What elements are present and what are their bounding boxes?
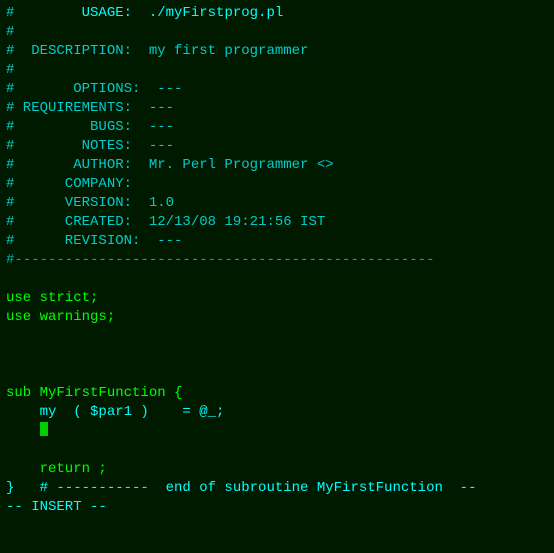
blank-line	[6, 270, 14, 289]
code-line: # REVISION: ---	[6, 232, 548, 251]
return-line: return ;	[6, 460, 107, 479]
notes-line: # NOTES: ---	[6, 137, 174, 156]
divider-line: #---------------------------------------…	[6, 251, 434, 270]
code-editor[interactable]: # USAGE: ./myFirstprog.pl # # DESCRIPTIO…	[0, 0, 554, 553]
code-line: # DESCRIPTION: my first programmer	[6, 42, 548, 61]
indent-space	[6, 422, 40, 441]
code-line: # CREATED: 12/13/08 19:21:56 IST	[6, 213, 548, 232]
code-line: # NOTES: ---	[6, 137, 548, 156]
description-line: # DESCRIPTION: my first programmer	[6, 42, 308, 61]
blank-line	[6, 346, 14, 365]
code-line: # AUTHOR: Mr. Perl Programmer <>	[6, 156, 548, 175]
author-line: # AUTHOR: Mr. Perl Programmer <>	[6, 156, 334, 175]
requirements-line: # REQUIREMENTS: ---	[6, 99, 174, 118]
code-line: # BUGS: ---	[6, 118, 548, 137]
param-line: my ( $par1 ) = @_;	[6, 403, 224, 422]
bugs-line: # BUGS: ---	[6, 118, 174, 137]
code-line: #	[6, 61, 548, 80]
comment-char: #	[6, 4, 14, 23]
text-cursor	[40, 422, 48, 436]
code-line: sub MyFirstFunction {	[6, 384, 548, 403]
usage-line: USAGE: ./myFirstprog.pl	[14, 4, 283, 23]
code-line: # VERSION: 1.0	[6, 194, 548, 213]
insert-mode-indicator: -- INSERT --	[6, 498, 107, 517]
code-line: my ( $par1 ) = @_;	[6, 403, 548, 422]
blank-line	[6, 327, 14, 346]
code-line: #---------------------------------------…	[6, 251, 548, 270]
comment-char: #	[6, 23, 14, 42]
code-line: #	[6, 23, 548, 42]
code-line: use warnings;	[6, 308, 548, 327]
blank-line	[6, 441, 14, 460]
comment-char: #	[6, 61, 14, 80]
use-strict-line: use strict;	[6, 289, 98, 308]
code-line	[6, 327, 548, 346]
created-line: # CREATED: 12/13/08 19:21:56 IST	[6, 213, 325, 232]
blank-line	[6, 365, 14, 384]
code-line: # COMPANY:	[6, 175, 548, 194]
end-sub-line: } # ----------- end of subroutine MyFirs…	[6, 479, 476, 498]
code-line: return ;	[6, 460, 548, 479]
code-line	[6, 270, 548, 289]
code-line: } # ----------- end of subroutine MyFirs…	[6, 479, 548, 498]
use-warnings-line: use warnings;	[6, 308, 115, 327]
version-line: # VERSION: 1.0	[6, 194, 174, 213]
revision-line: # REVISION: ---	[6, 232, 182, 251]
company-line: # COMPANY:	[6, 175, 132, 194]
code-line: use strict;	[6, 289, 548, 308]
options-line: # OPTIONS: ---	[6, 80, 182, 99]
sub-definition-line: sub MyFirstFunction {	[6, 384, 182, 403]
code-line	[6, 365, 548, 384]
status-bar: -- INSERT --	[6, 498, 548, 517]
code-line: # OPTIONS: ---	[6, 80, 548, 99]
code-line	[6, 441, 548, 460]
code-line: # USAGE: ./myFirstprog.pl	[6, 4, 548, 23]
code-line	[6, 346, 548, 365]
cursor-line	[6, 422, 548, 441]
code-line: # REQUIREMENTS: ---	[6, 99, 548, 118]
